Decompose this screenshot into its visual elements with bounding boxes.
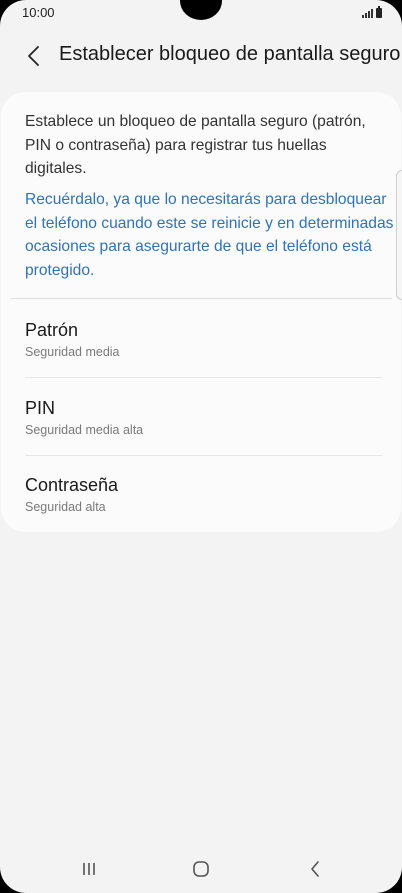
recents-button[interactable] [74, 859, 104, 879]
recents-icon [83, 863, 95, 875]
divider [25, 377, 382, 378]
option-pin[interactable]: PIN Seguridad media alta [1, 398, 401, 468]
page-title: Establecer bloqueo de pantalla seguro [59, 43, 401, 65]
back-button[interactable] [20, 42, 48, 70]
intro-text: Establece un bloqueo de pantalla seguro … [25, 113, 366, 177]
status-icons [362, 6, 382, 18]
option-title: Contraseña [25, 475, 119, 495]
home-icon [193, 861, 209, 877]
app-header: Establecer bloqueo de pantalla seguro [0, 36, 402, 76]
divider [11, 298, 392, 299]
battery-icon [376, 6, 382, 18]
reminder-text: Recuérdalo, ya que lo necesitarás para d… [25, 191, 394, 279]
option-pattern[interactable]: Patrón Seguridad media [1, 320, 401, 390]
option-title: PIN [25, 398, 56, 418]
option-title: Patrón [25, 320, 79, 340]
nav-back-button[interactable] [300, 859, 330, 879]
screen: 10:00 Establecer bloqueo de pantalla seg… [0, 0, 402, 893]
signal-icon [362, 8, 373, 18]
navigation-bar [0, 843, 402, 893]
option-password[interactable]: Contraseña Seguridad alta [1, 475, 401, 545]
edge-panel-handle[interactable] [396, 170, 402, 300]
option-subtitle: Seguridad media alta [25, 423, 144, 437]
status-time: 10:00 [22, 5, 55, 20]
lock-options-card: Establece un bloqueo de pantalla seguro … [1, 92, 401, 532]
option-subtitle: Seguridad alta [25, 500, 106, 514]
divider [25, 455, 382, 456]
option-subtitle: Seguridad media [25, 345, 120, 359]
home-button[interactable] [186, 859, 216, 879]
chevron-left-icon [28, 46, 39, 66]
back-icon [311, 861, 319, 877]
